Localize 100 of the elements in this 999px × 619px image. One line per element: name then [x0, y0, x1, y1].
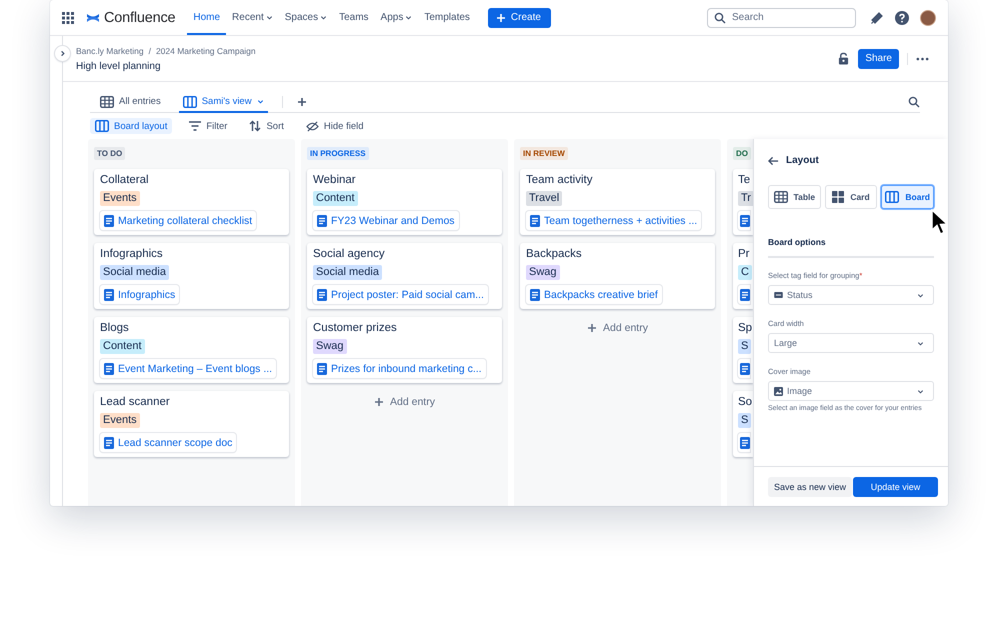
- document-icon[interactable]: [738, 211, 750, 230]
- card-title: Webinar: [313, 173, 356, 187]
- update-button[interactable]: Update view: [853, 476, 938, 496]
- document-link[interactable]: Prizes for inbound marketing c...: [313, 359, 486, 378]
- chevron-down-icon: [917, 340, 924, 346]
- save-button[interactable]: Save as new view: [768, 476, 852, 496]
- document-link[interactable]: Backpacks creative brief: [526, 285, 662, 304]
- nav-link[interactable]: Recent: [226, 0, 279, 35]
- tag: S: [738, 339, 752, 354]
- toolbar-button[interactable]: Board layout: [90, 118, 172, 134]
- select-field[interactable]: Image: [768, 381, 934, 401]
- card-title: Lead scanner: [100, 395, 170, 409]
- view-tab[interactable]: All entries: [96, 92, 165, 112]
- tag: Events: [100, 413, 140, 428]
- page-title: High level planning: [76, 60, 162, 72]
- add-entry-button[interactable]: Add entry: [368, 393, 441, 411]
- nav-link[interactable]: Home: [187, 0, 226, 35]
- breadcrumb-link[interactable]: Banc.ly Marketing: [76, 46, 144, 56]
- columns-icon: [95, 120, 109, 132]
- document-link[interactable]: Project poster: Paid social cam...: [313, 285, 488, 304]
- document-icon: [104, 288, 114, 300]
- expand-sidebar-button[interactable]: [55, 46, 70, 61]
- entry-card[interactable]: Pr C: [733, 243, 753, 309]
- columns-icon: [182, 96, 197, 108]
- entry-card[interactable]: Webinar Content FY23 Webinar and Demos: [307, 169, 502, 235]
- document-icon: [104, 214, 114, 226]
- app-name: Confluence: [104, 10, 176, 26]
- create-button[interactable]: Create: [488, 8, 551, 28]
- card-title: Team activity: [526, 173, 592, 187]
- share-button[interactable]: Share: [858, 48, 899, 68]
- entry-card[interactable]: Te Tr: [733, 169, 753, 235]
- document-link[interactable]: Marketing collateral checklist: [100, 211, 256, 230]
- tag: C: [738, 265, 752, 280]
- select-field[interactable]: Status: [768, 285, 934, 305]
- card-title: Blogs: [100, 321, 129, 335]
- entry-card[interactable]: Lead scanner Events Lead scanner scope doc: [94, 391, 289, 457]
- tag: Swag: [313, 339, 347, 354]
- document-link[interactable]: Lead scanner scope doc: [100, 433, 236, 452]
- tag: S: [738, 413, 752, 428]
- section-title: Board options: [768, 237, 934, 258]
- document-icon: [317, 288, 327, 300]
- tag: Swag: [526, 265, 560, 280]
- eye-slash-icon: [306, 120, 319, 132]
- entry-card[interactable]: Team activity Travel Team togetherness + activities ...: [520, 169, 715, 235]
- breadcrumb-separator: /: [148, 46, 151, 56]
- entry-card[interactable]: Infographics Social media Infographics: [94, 243, 289, 309]
- help-icon[interactable]: [894, 10, 910, 26]
- document-icon[interactable]: [738, 433, 750, 452]
- tag: Tr: [738, 191, 753, 206]
- document-icon: [317, 214, 327, 226]
- grid-icon: [832, 191, 844, 203]
- entry-card[interactable]: Sp S: [733, 317, 753, 383]
- nav-link[interactable]: Spaces: [278, 0, 334, 35]
- document-link[interactable]: FY23 Webinar and Demos: [313, 211, 459, 230]
- column-header: IN REVIEW: [520, 147, 568, 160]
- tag: Travel: [526, 191, 562, 206]
- more-icon[interactable]: [916, 56, 929, 60]
- breadcrumb-link[interactable]: 2024 Marketing Campaign: [156, 46, 256, 56]
- document-icon[interactable]: [738, 359, 750, 378]
- entry-card[interactable]: Collateral Events Marketing collateral checklist: [94, 169, 289, 235]
- nav-link[interactable]: Teams: [333, 0, 375, 35]
- document-icon[interactable]: [738, 285, 750, 304]
- toolbar-button[interactable]: Filter: [184, 118, 232, 134]
- entry-card[interactable]: Backpacks Swag Backpacks creative brief: [520, 243, 715, 309]
- add-entry-button[interactable]: Add entry: [581, 319, 654, 337]
- document-link[interactable]: Infographics: [100, 285, 180, 304]
- nav-link[interactable]: Apps: [374, 0, 418, 35]
- back-arrow-icon[interactable]: [768, 156, 779, 166]
- card-title: So: [738, 395, 752, 409]
- card-title: Infographics: [100, 247, 163, 261]
- card-title: Customer prizes: [313, 321, 397, 335]
- entry-card[interactable]: Blogs Content Event Marketing – Event blogs ...: [94, 317, 289, 383]
- view-tab[interactable]: Sami's view: [178, 92, 268, 112]
- layout-option[interactable]: Table: [768, 185, 821, 209]
- document-icon: [317, 362, 327, 374]
- entry-card[interactable]: So S: [733, 391, 753, 457]
- add-view-icon[interactable]: [296, 97, 307, 107]
- search-field[interactable]: Search: [707, 8, 856, 28]
- card-title: Social agency: [313, 247, 385, 261]
- document-icon: [104, 362, 114, 374]
- entry-card[interactable]: Customer prizes Swag Prizes for inbound marketing c...: [307, 317, 502, 383]
- panel-title: Layout: [786, 155, 819, 166]
- search-icon[interactable]: [908, 96, 920, 108]
- columns-icon: [885, 191, 900, 203]
- plus-icon: [496, 12, 506, 22]
- document-link[interactable]: Event Marketing – Event blogs ...: [100, 359, 276, 378]
- toolbar-button[interactable]: Hide field: [300, 118, 369, 134]
- layout-option[interactable]: Card: [824, 185, 878, 209]
- table-icon: [100, 96, 114, 108]
- entry-card[interactable]: Social agency Social media Project poster: Paid social cam...: [307, 243, 502, 309]
- column-header: IN PROGRESS: [307, 147, 369, 160]
- tag-field-icon: [774, 292, 783, 298]
- toolbar-button[interactable]: Sort: [244, 118, 289, 134]
- lock-icon[interactable]: [838, 52, 850, 65]
- card-title: Backpacks: [526, 247, 582, 261]
- layout-option[interactable]: Board: [881, 185, 934, 209]
- select-field[interactable]: Large: [768, 333, 934, 353]
- nav-link[interactable]: Templates: [418, 0, 476, 35]
- avatar[interactable]: [920, 10, 936, 26]
- document-link[interactable]: Team togetherness + activities ...: [526, 211, 702, 230]
